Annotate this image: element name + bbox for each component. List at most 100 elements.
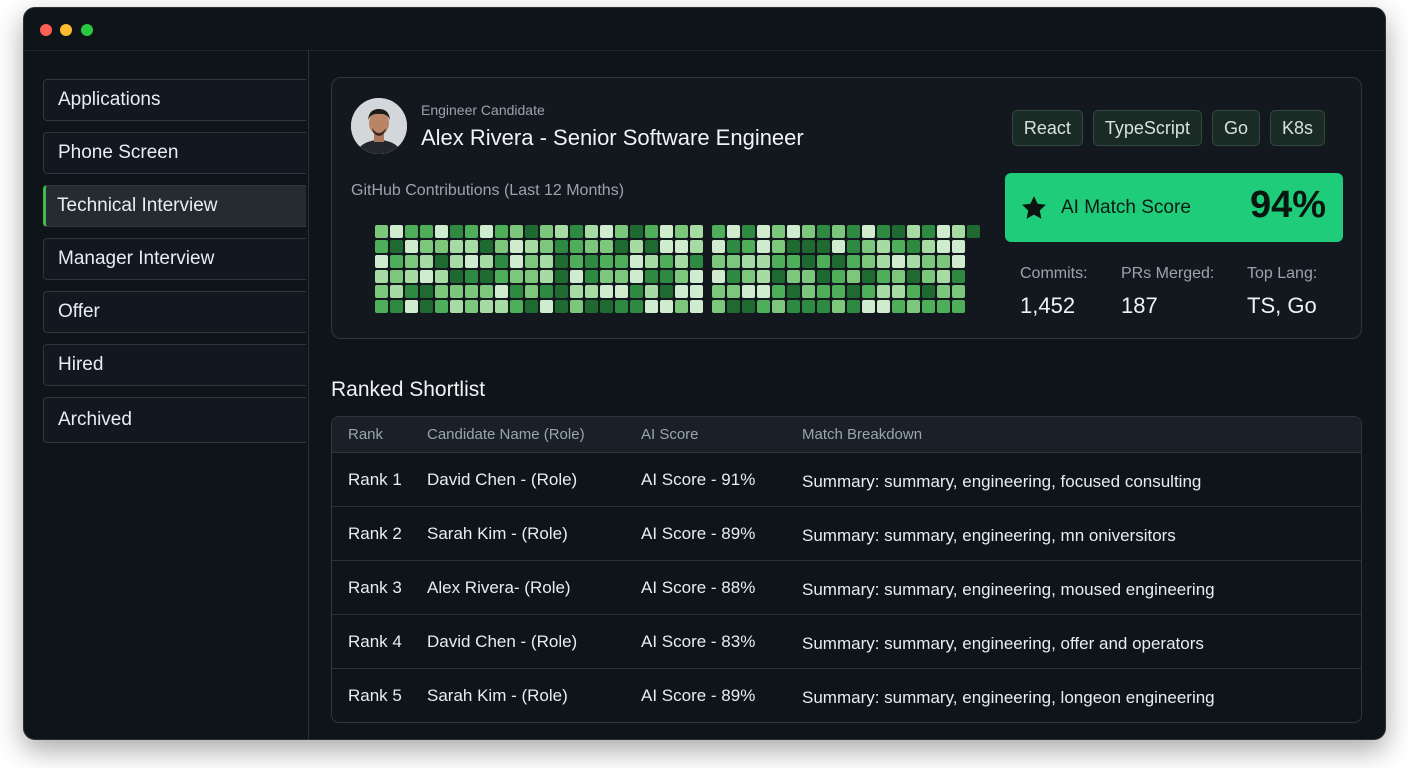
- contribution-cell: [922, 240, 935, 253]
- contribution-cell: [690, 225, 703, 238]
- contribution-cell: [390, 225, 403, 238]
- contribution-cell: [375, 225, 388, 238]
- sidebar-item-phone-screen[interactable]: Phone Screen: [43, 132, 306, 174]
- contribution-cell: [435, 270, 448, 283]
- contribution-cell: [630, 300, 643, 313]
- contribution-cell: [892, 300, 905, 313]
- close-window-button[interactable]: [40, 24, 52, 36]
- contribution-cell: [465, 255, 478, 268]
- sidebar-item-offer[interactable]: Offer: [43, 291, 306, 333]
- contribution-cell: [832, 240, 845, 253]
- skill-tag-react[interactable]: React: [1011, 110, 1083, 146]
- sidebar-item-archived[interactable]: Archived: [43, 397, 306, 443]
- contribution-cell: [877, 240, 890, 253]
- contribution-cell: [405, 300, 418, 313]
- contribution-cell: [772, 255, 785, 268]
- contribution-cell: [922, 300, 935, 313]
- contribution-cell: [645, 225, 658, 238]
- contribution-cell: [907, 285, 920, 298]
- candidate-name-cell: David Chen - (Role): [427, 470, 578, 489]
- column-header-rank[interactable]: Rank: [348, 426, 383, 443]
- match-breakdown-cell: Summary: summary, engineering, focused c…: [802, 472, 1202, 491]
- contribution-cell: [660, 225, 673, 238]
- contribution-cell: [465, 270, 478, 283]
- contribution-cell: [772, 300, 785, 313]
- contribution-cell: [645, 270, 658, 283]
- contribution-cell: [540, 270, 553, 283]
- contribution-cell: [540, 240, 553, 253]
- contribution-cell: [480, 225, 493, 238]
- column-header-match-breakdown[interactable]: Match Breakdown: [802, 426, 922, 443]
- skill-tag-k8s[interactable]: K8s: [1269, 110, 1325, 146]
- skill-tag-go[interactable]: Go: [1211, 110, 1260, 146]
- contribution-cell: [660, 270, 673, 283]
- contribution-cell: [907, 300, 920, 313]
- contribution-cell: [847, 270, 860, 283]
- minimize-window-button[interactable]: [60, 24, 72, 36]
- contribution-cell: [585, 255, 598, 268]
- contribution-cell: [690, 270, 703, 283]
- column-header-candidate[interactable]: Candidate Name (Role): [427, 426, 585, 443]
- sidebar-item-applications[interactable]: Applications: [43, 79, 306, 121]
- contribution-cell: [660, 300, 673, 313]
- contribution-cell: [727, 285, 740, 298]
- contribution-cell: [420, 285, 433, 298]
- candidate-name-cell: Sarah Kim - (Role): [427, 686, 568, 705]
- contribution-cell: [540, 285, 553, 298]
- contribution-cell: [675, 285, 688, 298]
- contribution-cell: [787, 270, 800, 283]
- contribution-cell: [405, 285, 418, 298]
- contribution-cell: [727, 255, 740, 268]
- contribution-cell: [465, 225, 478, 238]
- table-header: Rank Candidate Name (Role) AI Score Matc…: [332, 417, 1361, 453]
- contribution-cell: [540, 225, 553, 238]
- contribution-cell: [937, 225, 950, 238]
- table-row[interactable]: Rank 2 Sarah Kim - (Role) AI Score - 89%…: [332, 506, 1361, 561]
- contribution-cell: [892, 285, 905, 298]
- contribution-cell: [375, 240, 388, 253]
- contribution-cell: [630, 285, 643, 298]
- sidebar-item-manager-interview[interactable]: Manager Interview: [43, 238, 306, 280]
- shortlist-title: Ranked Shortlist: [331, 378, 486, 401]
- contribution-cell: [540, 300, 553, 313]
- contribution-cell: [742, 300, 755, 313]
- contribution-cell: [892, 240, 905, 253]
- contribution-cell: [420, 240, 433, 253]
- contribution-cell: [922, 270, 935, 283]
- contribution-cell: [585, 270, 598, 283]
- sidebar-item-technical-interview[interactable]: Technical Interview: [43, 185, 306, 227]
- contribution-cell: [817, 225, 830, 238]
- contribution-cell: [480, 240, 493, 253]
- skill-tag-typescript[interactable]: TypeScript: [1092, 110, 1202, 146]
- contribution-cell: [615, 285, 628, 298]
- contribution-cell: [570, 300, 583, 313]
- contribution-cell: [375, 300, 388, 313]
- contribution-cell: [615, 270, 628, 283]
- contribution-cell: [937, 240, 950, 253]
- contribution-cell: [570, 240, 583, 253]
- contribution-cell: [585, 225, 598, 238]
- table-row[interactable]: Rank 5 Sarah Kim - (Role) AI Score - 89%…: [332, 668, 1361, 722]
- contribution-cell: [600, 270, 613, 283]
- maximize-window-button[interactable]: [81, 24, 93, 36]
- title-bar: [24, 8, 1385, 51]
- table-row[interactable]: Rank 4 David Chen - (Role) AI Score - 83…: [332, 614, 1361, 669]
- contribution-cell: [802, 285, 815, 298]
- contribution-cell: [690, 285, 703, 298]
- contribution-cell: [862, 285, 875, 298]
- column-header-ai-score[interactable]: AI Score: [641, 426, 699, 443]
- contribution-cell: [420, 300, 433, 313]
- ai-score-cell: AI Score - 89%: [641, 524, 756, 543]
- ai-score-cell: AI Score - 83%: [641, 632, 756, 651]
- contribution-cell: [712, 285, 725, 298]
- contribution-cell: [832, 270, 845, 283]
- contribution-cell: [450, 270, 463, 283]
- table-row[interactable]: Rank 3 Alex Rivera- (Role) AI Score - 88…: [332, 560, 1361, 615]
- contribution-cell: [787, 255, 800, 268]
- table-row[interactable]: Rank 1 David Chen - (Role) AI Score - 91…: [332, 452, 1361, 507]
- ai-score-cell: AI Score - 91%: [641, 470, 756, 489]
- contribution-cell: [907, 270, 920, 283]
- contribution-cell: [600, 255, 613, 268]
- sidebar-item-hired[interactable]: Hired: [43, 344, 306, 386]
- contribution-cell: [465, 300, 478, 313]
